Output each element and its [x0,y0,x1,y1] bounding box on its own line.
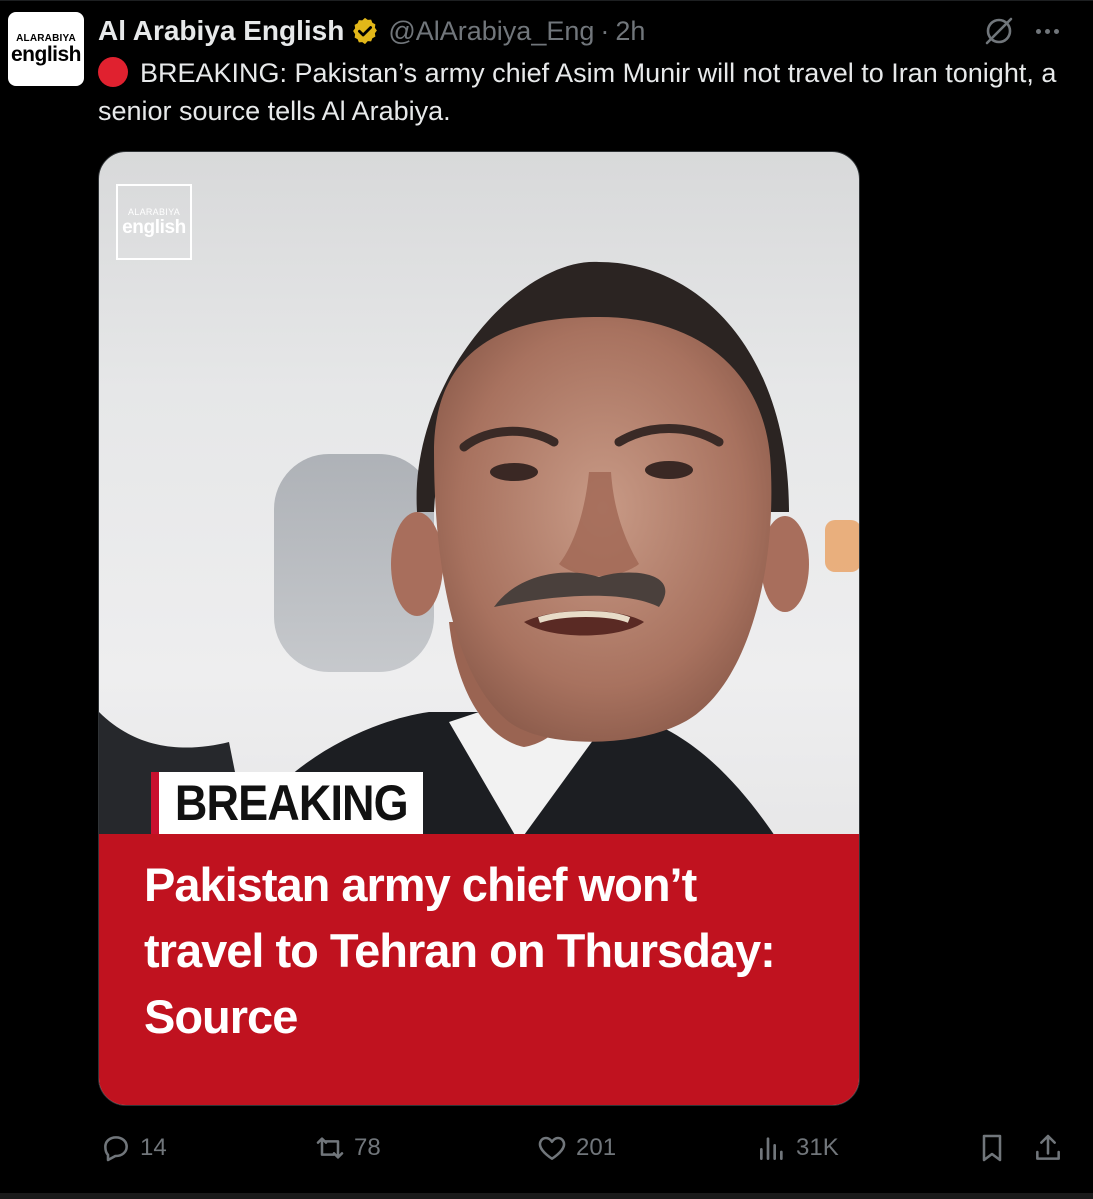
repost-icon [316,1137,344,1159]
breaking-tag-text: BREAKING [174,775,409,831]
tweet-card[interactable]: ALARABIYA english Al Arabiya English @Al… [0,0,1093,1199]
headline-panel: Pakistan army chief won’t travel to Tehr… [99,834,859,1105]
tweet-header: Al Arabiya English @AlArabiya_Eng · 2h [98,12,645,50]
avatar[interactable]: ALARABIYA english [8,12,84,86]
share-icon [1036,1134,1060,1160]
media-logo-top: ALARABIYA [127,206,181,217]
tweet-image[interactable]: ALARABIYA english Pakistan army chief wo… [98,151,860,1106]
bookmark-icon [982,1134,1002,1162]
handle[interactable]: @AlArabiya_Eng [388,16,594,47]
verified-icon [353,17,378,45]
breaking-tag: BREAKING [151,772,423,834]
tweet-text-container: BREAKING: Pakistan’s army chief Asim Mun… [98,54,1058,130]
divider [0,1193,1093,1199]
share-button[interactable] [1032,1124,1064,1172]
like-count: 201 [576,1134,617,1161]
media-logo: ALARABIYA english [116,184,192,260]
repost-button[interactable]: 78 [314,1124,381,1172]
avatar-logo-bottom: english [10,43,82,66]
like-icon [538,1136,566,1160]
divider [0,0,1093,1]
timestamp[interactable]: 2h [615,16,645,47]
red-circle-emoji [98,57,128,87]
media-headline: Pakistan army chief won’t travel to Tehr… [144,858,776,1043]
tweet-text: BREAKING: Pakistan’s army chief Asim Mun… [98,58,1057,126]
more-icon[interactable] [1030,14,1064,48]
views-button[interactable]: 31K [756,1124,839,1172]
repost-count: 78 [354,1134,381,1161]
reply-icon [104,1136,128,1162]
bookmark-button[interactable] [976,1124,1008,1172]
action-bar: 14 78 201 31K [0,1124,1093,1172]
reply-count: 14 [140,1134,167,1161]
views-count: 31K [796,1134,839,1161]
views-icon [760,1137,783,1160]
display-name[interactable]: Al Arabiya English [98,15,344,47]
like-button[interactable]: 201 [536,1124,616,1172]
grok-icon[interactable] [982,14,1016,48]
separator: · [600,15,610,46]
media-logo-bottom: english [122,216,186,238]
reply-button[interactable]: 14 [100,1124,167,1172]
